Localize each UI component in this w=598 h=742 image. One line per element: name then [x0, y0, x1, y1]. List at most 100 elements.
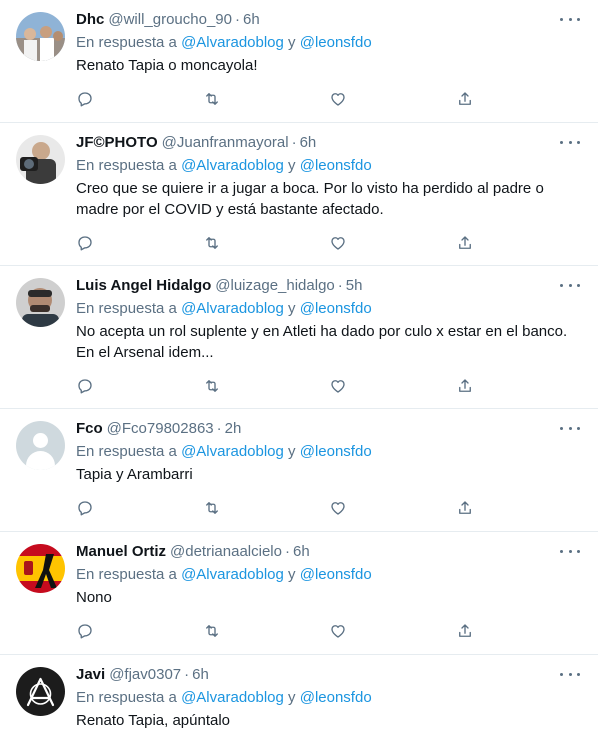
- share-icon: [456, 377, 474, 400]
- retweet-icon: [203, 90, 221, 113]
- reply-icon: [76, 234, 94, 257]
- avatar[interactable]: [16, 135, 65, 184]
- separator-dot: ·: [284, 543, 290, 560]
- tweet-text: Tapia y Arambarri: [76, 466, 193, 483]
- more-options-icon[interactable]: [560, 421, 580, 435]
- retweet-button[interactable]: [203, 90, 330, 113]
- tweet-actions: [76, 614, 582, 652]
- author-handle[interactable]: @luizage_hidalgo: [215, 276, 334, 296]
- tweet-actions: [76, 491, 582, 529]
- mention-link[interactable]: @Alvaradoblog: [181, 689, 284, 706]
- reply-prefix: En respuesta a: [76, 443, 177, 460]
- tweet[interactable]: Dhc @will_groucho_90 · 6h En respuesta a…: [0, 0, 598, 123]
- avatar[interactable]: [16, 278, 65, 327]
- reply-conj: y: [288, 443, 296, 460]
- reply-conj: y: [288, 300, 296, 317]
- retweet-icon: [203, 377, 221, 400]
- tweet[interactable]: JF©PHOTO @Juanfranmayoral · 6h En respue…: [0, 123, 598, 266]
- mention-link[interactable]: @leonsfdo: [300, 443, 372, 460]
- share-button[interactable]: [456, 622, 583, 645]
- retweet-button[interactable]: [203, 377, 330, 400]
- avatar[interactable]: [16, 544, 65, 593]
- mention-link[interactable]: @Alvaradoblog: [181, 443, 284, 460]
- reply-button[interactable]: [76, 377, 203, 400]
- tweet-actions: [76, 369, 582, 407]
- reply-conj: y: [288, 689, 296, 706]
- mention-link[interactable]: @Alvaradoblog: [181, 34, 284, 51]
- default-avatar-icon[interactable]: [16, 421, 65, 470]
- tweet[interactable]: Manuel Ortiz @detrianaalcielo · 6h En re…: [0, 532, 598, 655]
- retweet-icon: [203, 499, 221, 522]
- more-options-icon[interactable]: [560, 667, 580, 681]
- retweet-button[interactable]: [203, 234, 330, 257]
- timestamp[interactable]: 2h: [225, 419, 242, 439]
- timestamp[interactable]: 6h: [300, 133, 317, 153]
- mention-link[interactable]: @leonsfdo: [300, 157, 372, 174]
- tweet-actions: [76, 82, 582, 120]
- author-handle[interactable]: @detrianaalcielo: [170, 542, 282, 562]
- reply-prefix: En respuesta a: [76, 157, 177, 174]
- mention-link[interactable]: @Alvaradoblog: [181, 300, 284, 317]
- mention-link[interactable]: @leonsfdo: [300, 300, 372, 317]
- timestamp[interactable]: 6h: [293, 542, 310, 562]
- retweet-button[interactable]: [203, 499, 330, 522]
- reply-button[interactable]: [76, 622, 203, 645]
- reply-context: En respuesta a @Alvaradoblog y @leonsfdo: [76, 688, 582, 708]
- reply-button[interactable]: [76, 234, 203, 257]
- reply-conj: y: [288, 34, 296, 51]
- more-options-icon[interactable]: [560, 544, 580, 558]
- reply-button[interactable]: [76, 90, 203, 113]
- timestamp[interactable]: 6h: [243, 10, 260, 30]
- tweet-text: Creo que se quiere ir a jugar a boca. Po…: [76, 180, 544, 218]
- author-name[interactable]: Fco: [76, 419, 103, 439]
- author-handle[interactable]: @Fco79802863: [107, 419, 214, 439]
- timestamp[interactable]: 6h: [192, 665, 209, 685]
- avatar[interactable]: [16, 12, 65, 61]
- retweet-button[interactable]: [203, 622, 330, 645]
- share-icon: [456, 622, 474, 645]
- share-icon: [456, 234, 474, 257]
- tweet-text: No acepta un rol suplente y en Atleti ha…: [76, 323, 568, 361]
- author-name[interactable]: Luis Angel Hidalgo: [76, 276, 211, 296]
- more-options-icon[interactable]: [560, 135, 580, 149]
- like-button[interactable]: [329, 377, 456, 400]
- share-button[interactable]: [456, 499, 583, 522]
- heart-icon: [329, 234, 347, 257]
- author-name[interactable]: Javi: [76, 665, 105, 685]
- mention-link[interactable]: @leonsfdo: [300, 566, 372, 583]
- tweet[interactable]: Javi @fjav0307 · 6h En respuesta a @Alva…: [0, 655, 598, 742]
- mention-link[interactable]: @Alvaradoblog: [181, 157, 284, 174]
- mention-link[interactable]: @leonsfdo: [300, 689, 372, 706]
- author-handle[interactable]: @fjav0307: [109, 665, 181, 685]
- like-button[interactable]: [329, 90, 456, 113]
- reply-context: En respuesta a @Alvaradoblog y @leonsfdo: [76, 33, 582, 53]
- reply-prefix: En respuesta a: [76, 300, 177, 317]
- reply-icon: [76, 499, 94, 522]
- tweet-actions: [76, 226, 582, 264]
- reply-icon: [76, 90, 94, 113]
- like-button[interactable]: [329, 499, 456, 522]
- more-options-icon[interactable]: [560, 12, 580, 26]
- like-button[interactable]: [329, 622, 456, 645]
- author-name[interactable]: Dhc: [76, 10, 104, 30]
- share-button[interactable]: [456, 90, 583, 113]
- retweet-icon: [203, 234, 221, 257]
- heart-icon: [329, 622, 347, 645]
- mention-link[interactable]: @Alvaradoblog: [181, 566, 284, 583]
- author-handle[interactable]: @Juanfranmayoral: [162, 133, 289, 153]
- share-button[interactable]: [456, 234, 583, 257]
- author-handle[interactable]: @will_groucho_90: [108, 10, 232, 30]
- share-button[interactable]: [456, 377, 583, 400]
- reply-context: En respuesta a @Alvaradoblog y @leonsfdo: [76, 299, 582, 319]
- heart-icon: [329, 90, 347, 113]
- tweet[interactable]: Fco @Fco79802863 · 2h En respuesta a @Al…: [0, 409, 598, 532]
- author-name[interactable]: JF©PHOTO: [76, 133, 158, 153]
- more-options-icon[interactable]: [560, 278, 580, 292]
- avatar[interactable]: [16, 667, 65, 716]
- timestamp[interactable]: 5h: [346, 276, 363, 296]
- tweet[interactable]: Luis Angel Hidalgo @luizage_hidalgo · 5h…: [0, 266, 598, 409]
- reply-button[interactable]: [76, 499, 203, 522]
- like-button[interactable]: [329, 234, 456, 257]
- author-name[interactable]: Manuel Ortiz: [76, 542, 166, 562]
- mention-link[interactable]: @leonsfdo: [300, 34, 372, 51]
